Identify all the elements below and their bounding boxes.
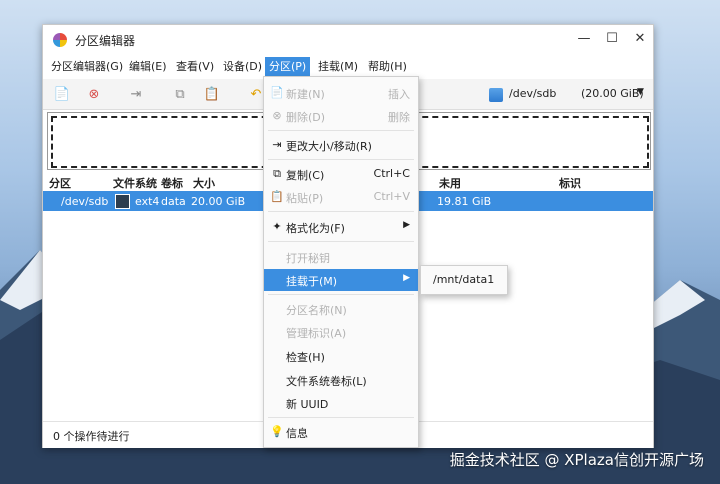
titlebar[interactable]: 分区编辑器 — ☐ ✕: [43, 25, 653, 53]
maximize-button[interactable]: ☐: [601, 29, 623, 49]
row-unused: 19.81 GiB: [437, 195, 492, 208]
submenu-arrow-icon: ▶: [403, 220, 410, 230]
menu-mount[interactable]: 挂载(M): [314, 57, 362, 77]
menu-item-open-key[interactable]: 打开秘钥: [264, 246, 418, 268]
menu-separator: [268, 211, 414, 212]
menu-item-filesystem-label[interactable]: 文件系统卷标(L): [264, 369, 418, 391]
header-size: 大小: [193, 177, 215, 190]
resize-icon: ⇥: [272, 138, 282, 151]
menu-item-new[interactable]: 📄 新建(N) 插入: [264, 82, 418, 104]
menu-view[interactable]: 查看(V): [172, 57, 218, 77]
mount-submenu: /mnt/data1: [420, 265, 508, 295]
menu-gparted[interactable]: 分区编辑器(G): [47, 57, 127, 77]
menu-item-manage-flags[interactable]: 管理标识(A): [264, 321, 418, 343]
header-partition: 分区: [49, 177, 71, 190]
device-selector[interactable]: /dev/sdb (20.00 GiB) ▼: [489, 87, 649, 103]
filesystem-color-swatch: [115, 194, 130, 209]
header-flags: 标识: [559, 177, 581, 190]
menu-item-partition-name[interactable]: 分区名称(N): [264, 298, 418, 320]
menu-item-check[interactable]: 检查(H): [264, 345, 418, 367]
format-icon: ✦: [272, 220, 282, 233]
menu-partition[interactable]: 分区(P): [265, 57, 311, 77]
new-icon: 📄: [270, 86, 284, 99]
delete-icon: ⊗: [272, 109, 282, 122]
copy-icon[interactable]: ⧉: [171, 85, 189, 103]
header-filesystem: 文件系统: [113, 177, 157, 190]
close-button[interactable]: ✕: [629, 29, 651, 49]
watermark: 掘金技术社区 @ XPlaza信创开源广场: [449, 451, 704, 469]
header-unused: 未用: [439, 177, 461, 190]
window-title: 分区编辑器: [75, 34, 136, 48]
menu-edit[interactable]: 编辑(E): [125, 57, 171, 77]
submenu-item-mount-point[interactable]: /mnt/data1: [433, 273, 494, 286]
new-partition-icon[interactable]: 📄: [53, 85, 71, 103]
chevron-down-icon: ▼: [637, 87, 644, 97]
minimize-button[interactable]: —: [573, 29, 595, 49]
menu-separator: [268, 294, 414, 295]
copy-icon: ⧉: [273, 167, 281, 180]
menu-item-info[interactable]: 💡 信息: [264, 421, 418, 443]
resize-move-icon[interactable]: ⇥: [127, 85, 145, 103]
menu-item-resize-move[interactable]: ⇥ 更改大小/移动(R): [264, 134, 418, 156]
pending-operations-status: 0 个操作待进行: [53, 430, 130, 443]
menu-item-copy[interactable]: ⧉ 复制(C) Ctrl+C: [264, 163, 418, 185]
partition-context-menu: 📄 新建(N) 插入 ⊗ 删除(D) 删除 ⇥ 更改大小/移动(R) ⧉ 复制(…: [263, 76, 419, 448]
disk-icon: [489, 88, 503, 102]
row-size: 20.00 GiB: [191, 195, 246, 208]
device-size: (20.00 GiB): [581, 87, 644, 100]
menu-item-format-as[interactable]: ✦ 格式化为(F) ▶: [264, 216, 418, 238]
row-label: data: [161, 195, 186, 208]
paste-icon[interactable]: 📋: [203, 85, 221, 103]
menubar: 分区编辑器(G) 编辑(E) 查看(V) 设备(D) 分区(P) 挂载(M) 帮…: [43, 54, 653, 78]
menu-device[interactable]: 设备(D): [219, 57, 266, 77]
delete-partition-icon[interactable]: ⊗: [85, 85, 103, 103]
menu-help[interactable]: 帮助(H): [364, 57, 411, 77]
menu-separator: [268, 159, 414, 160]
submenu-arrow-icon: ▶: [403, 273, 410, 283]
row-filesystem: ext4: [135, 195, 160, 208]
app-icon: [53, 33, 67, 47]
device-name: /dev/sdb: [509, 87, 557, 100]
paste-icon: 📋: [270, 190, 284, 203]
menu-separator: [268, 241, 414, 242]
menu-item-delete[interactable]: ⊗ 删除(D) 删除: [264, 105, 418, 127]
header-label: 卷标: [161, 177, 183, 190]
menu-separator: [268, 130, 414, 131]
menu-item-new-uuid[interactable]: 新 UUID: [264, 392, 418, 414]
menu-item-mount-on[interactable]: 挂载于(M) ▶: [264, 269, 418, 291]
menu-separator: [268, 417, 414, 418]
row-partition: /dev/sdb: [61, 195, 109, 208]
info-icon: 💡: [270, 425, 284, 438]
menu-item-paste[interactable]: 📋 粘贴(P) Ctrl+V: [264, 186, 418, 208]
